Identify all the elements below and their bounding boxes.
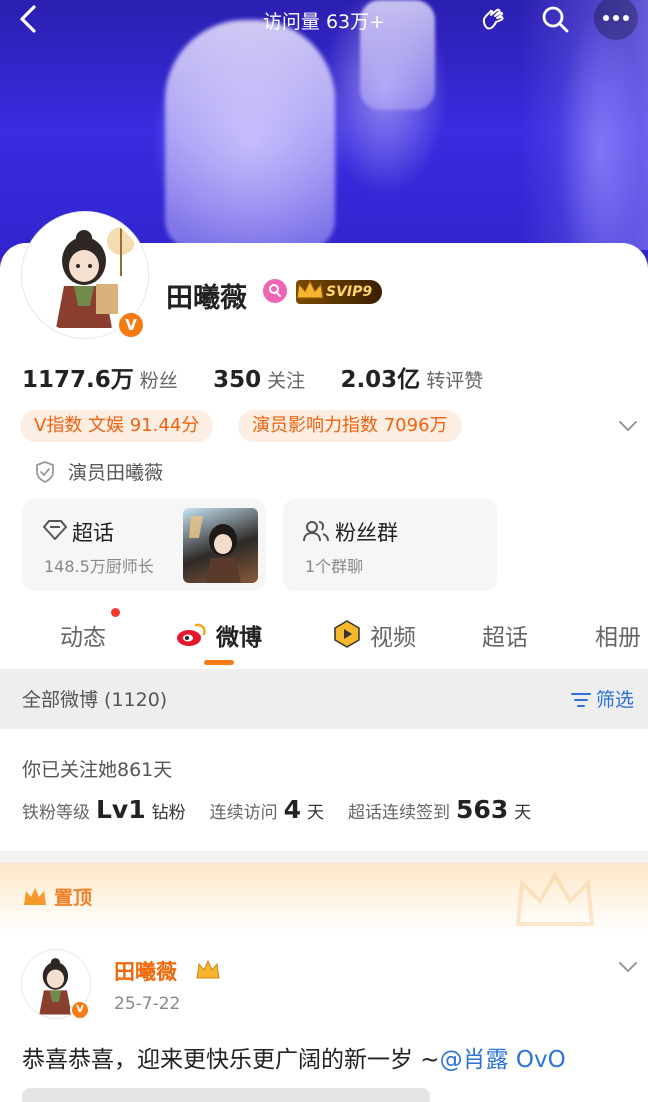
supertopic-title: 超话 (72, 521, 114, 545)
visit-streak-value: 4 (283, 795, 302, 824)
post-verified-badge: V (70, 1000, 90, 1020)
key-icon (269, 284, 281, 297)
following-label: 关注 (267, 370, 306, 392)
supertopic-badge-icon[interactable] (263, 279, 287, 303)
post-author-name[interactable]: 田曦薇 (114, 956, 177, 986)
more-dots-icon (603, 15, 629, 21)
svip-level-badge[interactable]: SVIP9 (296, 279, 382, 304)
section-divider (0, 851, 648, 863)
post-menu-chevron-icon[interactable] (616, 955, 640, 979)
interactions-stat[interactable]: 2.03亿 转评赞 (340, 367, 511, 393)
tab-dynamic[interactable]: 动态 (60, 618, 106, 652)
search-icon[interactable] (540, 4, 570, 34)
checkin-streak-label: 超话连续签到 (348, 803, 451, 823)
profile-tabs: 动态 微博 视频 超话 相册 (0, 612, 648, 668)
filter-icon (570, 693, 591, 707)
checkin-streak-value: 563 (456, 795, 509, 824)
interactions-count: 2.03亿 (340, 367, 421, 393)
verified-v-badge: V (116, 310, 146, 340)
followers-stat[interactable]: 1177.6万 粉丝 (22, 367, 206, 393)
actor-influence-pill[interactable]: 演员影响力指数 7096万 (238, 410, 462, 442)
supertopic-subtitle: 148.5万厨师长 (44, 557, 154, 576)
all-weibo-count[interactable]: 全部微博 (1120) (22, 685, 167, 712)
fan-info-section: 你已关注她861天 铁粉等级 Lv1 钻粉 连续访问 4 天超话连续签到 563 天 (0, 729, 648, 851)
poster-portrait-icon (189, 516, 241, 583)
tab-video[interactable]: 视频 (332, 618, 416, 652)
fan-group-title: 粉丝群 (335, 521, 398, 545)
crown-watermark-icon (515, 870, 595, 926)
profile-name: 田曦薇 (166, 283, 247, 314)
more-options-button[interactable] (594, 0, 638, 40)
pinned-crown-icon (24, 888, 46, 905)
tab-supertopic[interactable]: 超话 (482, 618, 528, 652)
tab-video-label: 视频 (370, 625, 416, 651)
post-image-preview[interactable] (22, 1088, 430, 1102)
cover-figure-left (165, 20, 335, 250)
tab-weibo[interactable]: 微博 (176, 618, 262, 652)
supertopic-poster-image[interactable] (183, 508, 258, 583)
fan-level-unit: 钻粉 (151, 803, 186, 823)
verification-text: 演员田曦薇 (68, 462, 164, 484)
tab-weibo-label: 微博 (216, 625, 262, 651)
followed-days-text: 你已关注她861天 (22, 759, 173, 781)
top-navigation-bar: 访问量 63万+ (0, 0, 648, 40)
people-icon (303, 521, 329, 542)
svip-level-text: SVIP9 (326, 284, 373, 300)
visit-streak-unit: 天 (307, 803, 325, 823)
weibo-logo-icon (177, 623, 206, 646)
svip-crown-icon (296, 279, 324, 299)
following-stat[interactable]: 350 关注 (213, 367, 333, 393)
fan-group-subtitle: 1个群聊 (305, 557, 364, 576)
unread-red-dot (111, 608, 120, 617)
post-member-crown-icon (196, 959, 220, 979)
v-index-pill[interactable]: V指数 文娱 91.44分 (20, 410, 214, 442)
visit-streak-label: 连续访问 (209, 803, 278, 823)
tab-album[interactable]: 相册 (595, 618, 641, 652)
mood-hand-icon[interactable] (478, 4, 508, 34)
fan-metrics-row[interactable]: 铁粉等级 Lv1 钻粉 连续访问 4 天超话连续签到 563 天 (22, 795, 555, 829)
video-play-icon (334, 620, 360, 648)
post-text-body: 恭喜恭喜，迎来更快乐更广阔的新一岁 ~ (22, 1047, 440, 1073)
post-date: 25-7-22 (114, 994, 181, 1014)
following-count: 350 (213, 367, 262, 393)
post-content: 恭喜恭喜，迎来更快乐更广阔的新一岁 ~@肖露 OvO (22, 1040, 566, 1074)
shield-check-icon (36, 461, 54, 484)
active-tab-indicator (204, 660, 234, 665)
filter-button[interactable]: 筛选 (570, 685, 634, 712)
expand-chevron-icon[interactable] (616, 414, 640, 438)
fan-level-label: 铁粉等级 (22, 803, 90, 823)
followers-count: 1177.6万 (22, 367, 134, 393)
pinned-header: 置顶 (0, 863, 648, 933)
diamond-icon (43, 520, 67, 540)
pinned-label: 置顶 (54, 887, 93, 909)
profile-stats: 1177.6万 粉丝 350 关注 2.03亿 转评赞 (22, 360, 511, 393)
filter-label: 筛选 (595, 689, 634, 711)
weibo-filter-bar: 全部微博 (1120) 筛选 (0, 669, 648, 729)
fan-level-value: Lv1 (96, 795, 146, 824)
fan-group-box[interactable]: 粉丝群 1个群聊 (283, 499, 497, 591)
post-mention-link[interactable]: @肖露 OvO (440, 1047, 566, 1073)
checkin-streak-unit: 天 (514, 803, 532, 823)
interactions-label: 转评赞 (426, 370, 484, 392)
followers-label: 粉丝 (139, 370, 178, 392)
